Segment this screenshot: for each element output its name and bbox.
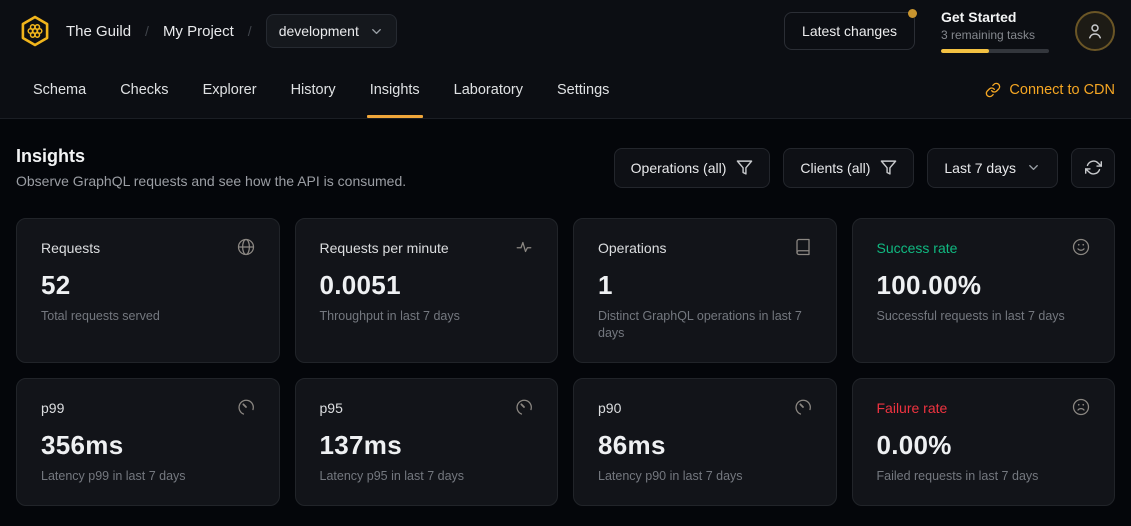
get-started-subtitle: 3 remaining tasks [941,28,1049,42]
filter-icon [736,159,753,176]
get-started-progress [941,49,1049,53]
header-right: Latest changes Get Started 3 remaining t… [784,9,1115,53]
stat-card-title: Requests [41,238,100,256]
stat-card-title: p99 [41,398,64,416]
stat-card-title: p95 [320,398,343,416]
clients-filter-button[interactable]: Clients (all) [783,148,914,188]
tab-history[interactable]: History [274,62,353,118]
link-icon [985,82,1001,98]
stat-card-description: Latency p90 in last 7 days [598,468,812,485]
refresh-button[interactable] [1071,148,1115,188]
stat-card-description: Successful requests in last 7 days [877,308,1091,325]
stat-card-p90: p90 86ms Latency p90 in last 7 days [573,378,837,506]
tab-navigation: Schema Checks Explorer History Insights … [0,62,1131,119]
stat-card-value: 100.00% [877,270,1091,301]
connect-to-cdn-link[interactable]: Connect to CDN [985,62,1115,118]
stat-card-requests: Requests 52 Total requests served [16,218,280,363]
operations-filter-button[interactable]: Operations (all) [614,148,771,188]
chevron-down-icon [369,24,384,39]
page-title: Insights [16,146,406,167]
breadcrumb-org[interactable]: The Guild [66,23,131,40]
tab-schema[interactable]: Schema [16,62,103,118]
tab-settings[interactable]: Settings [540,62,626,118]
tab-insights[interactable]: Insights [353,62,437,118]
stat-card-description: Latency p95 in last 7 days [320,468,534,485]
breadcrumb: The Guild / My Project / development [66,14,397,48]
stat-card-description: Failed requests in last 7 days [877,468,1091,485]
stat-card-p99: p99 356ms Latency p99 in last 7 days [16,378,280,506]
stat-card-description: Distinct GraphQL operations in last 7 da… [598,308,812,342]
stat-card-value: 86ms [598,430,812,461]
stat-card-success-rate: Success rate 100.00% Successful requests… [852,218,1116,363]
date-range-select[interactable]: Last 7 days [927,148,1058,188]
clients-filter-label: Clients (all) [800,160,870,176]
notification-dot [908,9,917,18]
refresh-icon [1085,159,1102,176]
gauge-icon [237,398,255,421]
breadcrumb-project[interactable]: My Project [163,23,234,40]
target-select[interactable]: development [266,14,397,48]
activity-icon [515,238,533,261]
hive-logo[interactable] [16,12,54,50]
get-started-title: Get Started [941,9,1049,25]
section-titles: Insights Observe GraphQL requests and se… [16,146,406,189]
latest-changes-button[interactable]: Latest changes [784,12,915,50]
stat-card-operations: Operations 1 Distinct GraphQL operations… [573,218,837,363]
breadcrumb-separator: / [248,23,252,39]
stat-card-title: p90 [598,398,621,416]
insights-page: Insights Observe GraphQL requests and se… [0,119,1131,526]
stat-card-title: Operations [598,238,666,256]
avatar[interactable] [1075,11,1115,51]
stat-card-value: 137ms [320,430,534,461]
operations-filter-label: Operations (all) [631,160,727,176]
page-subtitle: Observe GraphQL requests and see how the… [16,173,406,189]
breadcrumb-separator: / [145,23,149,39]
gauge-icon [794,398,812,421]
book-icon [794,238,812,261]
frown-icon [1072,398,1090,421]
stat-card-failure-rate: Failure rate 0.00% Failed requests in la… [852,378,1116,506]
date-range-label: Last 7 days [944,160,1016,176]
tab-checks[interactable]: Checks [103,62,185,118]
stat-card-value: 52 [41,270,255,301]
hive-logo-icon [16,12,54,50]
stat-card-title: Requests per minute [320,238,449,256]
stat-card-requests-per-minute: Requests per minute 0.0051 Throughput in… [295,218,559,363]
stat-card-p95: p95 137ms Latency p95 in last 7 days [295,378,559,506]
latest-changes-label: Latest changes [802,23,897,39]
filter-bar: Operations (all) Clients (all) Last 7 da… [614,148,1115,188]
stat-cards-grid: Requests 52 Total requests served Reques… [16,218,1115,506]
stat-card-description: Throughput in last 7 days [320,308,534,325]
gauge-icon [515,398,533,421]
globe-icon [237,238,255,261]
get-started-widget[interactable]: Get Started 3 remaining tasks [941,9,1049,53]
tab-laboratory[interactable]: Laboratory [437,62,540,118]
user-icon [1086,22,1104,40]
chevron-down-icon [1026,160,1041,175]
stat-card-value: 1 [598,270,812,301]
stat-card-title: Success rate [877,238,958,256]
smile-icon [1072,238,1090,261]
filter-icon [880,159,897,176]
stat-card-value: 0.0051 [320,270,534,301]
stat-card-description: Latency p99 in last 7 days [41,468,255,485]
get-started-progress-fill [941,49,989,53]
stat-card-value: 0.00% [877,430,1091,461]
stat-card-value: 356ms [41,430,255,461]
tab-explorer[interactable]: Explorer [186,62,274,118]
stat-card-description: Total requests served [41,308,255,325]
target-select-value: development [279,23,359,39]
app-header: The Guild / My Project / development Lat… [0,0,1131,62]
stat-card-title: Failure rate [877,398,948,416]
section-header: Insights Observe GraphQL requests and se… [16,146,1115,189]
connect-to-cdn-label: Connect to CDN [1009,82,1115,98]
